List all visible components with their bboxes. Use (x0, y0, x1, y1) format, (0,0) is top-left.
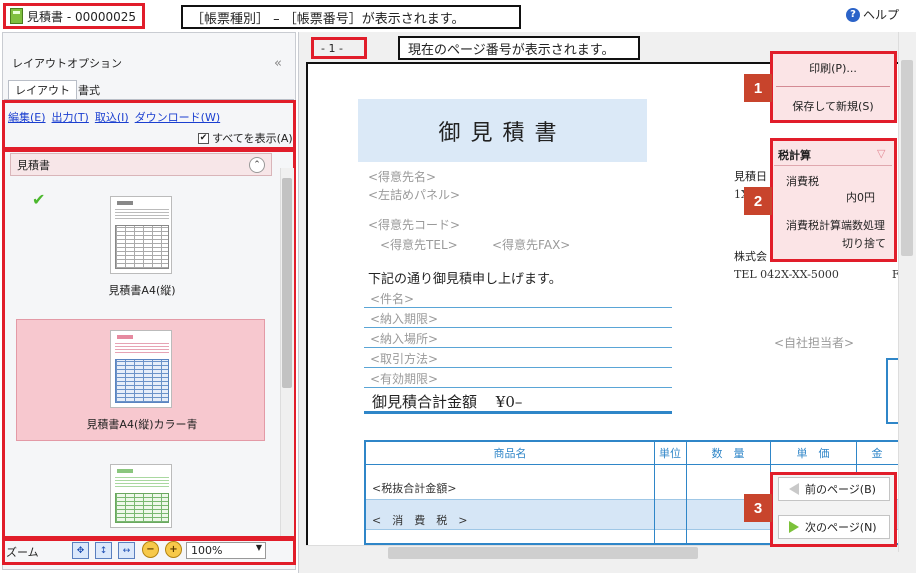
zoom-out-icon[interactable]: − (142, 541, 159, 558)
company-tel: TEL 042X-XX-5000 (734, 268, 839, 281)
tax-placeholder: < 消 費 税 > (372, 514, 468, 527)
column-header-item: 商品名 (493, 447, 527, 460)
preview-horizontal-scroll-thumb[interactable] (388, 547, 698, 559)
column-header-price: 単 価 (796, 447, 830, 460)
show-all-toggle[interactable]: ✔ すべてを表示(A) (198, 130, 293, 146)
thumb-band (115, 209, 169, 219)
column-header-amount: 金 (871, 447, 883, 460)
field-underline (364, 347, 672, 348)
callout-tab-note: ［帳票種別］ – ［帳票番号］が表示されます。 (181, 5, 521, 29)
column-header-quantity: 数 量 (711, 447, 745, 460)
greeting-text: 下記の通り御見積申し上げます。 (368, 272, 562, 287)
panel-title: レイアウトオプション (12, 57, 122, 70)
tab-format[interactable]: 書式 (72, 80, 106, 100)
field-underline (364, 307, 672, 308)
trade-method-placeholder: <取引方法> (370, 352, 439, 366)
thumb-band (115, 477, 169, 487)
thumb-grid (115, 225, 169, 269)
callout-number-1: 1 (744, 74, 772, 102)
callout-frame-3 (770, 472, 897, 547)
menu-import[interactable]: 取込(I) (95, 109, 129, 125)
table-column-line (654, 442, 655, 545)
zoom-label: ズーム (6, 546, 39, 559)
thumb-grid (115, 359, 169, 403)
document-tab-label: 見積書 - 00000025 (27, 9, 137, 24)
callout-frame-1 (770, 51, 897, 123)
fit-page-icon[interactable]: ✥ (72, 542, 89, 559)
show-all-label: すべてを表示(A) (212, 132, 293, 145)
thumb-grid (115, 493, 169, 523)
menu-edit[interactable]: 編集(E) (8, 109, 46, 125)
total-underline (364, 411, 672, 414)
document-title: 御見積書 (358, 99, 647, 162)
callout-page-note-text: 現在のページ番号が表示されます。 (408, 42, 615, 58)
fit-width-icon[interactable]: ↔ (118, 542, 135, 559)
field-underline (364, 387, 672, 388)
callout-number-2: 2 (744, 187, 772, 215)
document-tab[interactable]: 見積書 - 00000025 (3, 3, 145, 29)
menu-output[interactable]: 出力(T) (52, 109, 89, 125)
total-value: ¥0– (495, 393, 523, 411)
active-check-icon: ✔ (32, 190, 46, 209)
layout-group-header[interactable]: 見積書 ⌃ (10, 153, 272, 176)
group-collapse-icon[interactable]: ⌃ (249, 157, 265, 173)
layout-thumbnail[interactable] (110, 464, 172, 528)
subject-placeholder: <件名> (370, 292, 415, 306)
menu-download[interactable]: ダウンロード(W) (135, 109, 220, 125)
help-icon: ? (846, 7, 860, 22)
customer-name-placeholder: <得意先名> (368, 170, 437, 184)
callout-number-3: 3 (744, 494, 772, 522)
show-all-checkbox[interactable]: ✔ (198, 132, 209, 144)
company-name: 株式会 (734, 250, 767, 263)
table-column-line (686, 442, 687, 545)
staff-placeholder: <自社担当者> (774, 336, 855, 350)
zoom-value: 100% (191, 544, 223, 557)
help-link[interactable]: ? ヘルプ (846, 6, 899, 23)
stamp-box (886, 358, 898, 424)
customer-tel-placeholder: <得意先TEL> (380, 238, 458, 252)
estimate-date-label: 見積日 (734, 170, 767, 183)
layout-group-label: 見積書 (17, 158, 50, 172)
total-label: 御見積合計金額 (372, 393, 478, 411)
layout-list-scroll-thumb[interactable] (282, 178, 292, 388)
fit-height-icon[interactable]: ↕ (95, 542, 112, 559)
layout-thumbnail[interactable] (110, 196, 172, 274)
column-header-unit: 単位 (659, 447, 681, 460)
table-header-line (366, 464, 898, 465)
left-panel-placeholder: <左詰めパネル> (368, 188, 461, 202)
thumb-header (117, 469, 133, 473)
zoom-select[interactable]: 100% ▼ (186, 542, 266, 559)
field-underline (364, 327, 672, 328)
preview-vertical-scroll-thumb[interactable] (901, 60, 913, 256)
layout-item-label[interactable]: 見積書A4(縦)カラー青 (22, 416, 262, 432)
help-label: ヘルプ (863, 8, 900, 22)
thumb-header (117, 201, 133, 205)
thumb-band (115, 343, 169, 353)
chevron-down-icon: ▼ (255, 543, 262, 552)
tab-layout[interactable]: レイアウト (8, 80, 77, 100)
delivery-place-placeholder: <納入場所> (370, 332, 439, 346)
calculator-icon (10, 8, 23, 24)
panel-menu: 編集(E) 出力(T) 取込(I) ダウンロード(W) (8, 109, 220, 125)
customer-fax-placeholder: <得意先FAX> (492, 238, 571, 252)
valid-period-placeholder: <有効期限> (370, 372, 439, 386)
field-underline (364, 367, 672, 368)
callout-page-note: 現在のページ番号が表示されます。 (398, 36, 640, 60)
layout-item-label[interactable]: 見積書A4(縦) (22, 282, 262, 298)
layout-thumbnail[interactable] (110, 330, 172, 408)
zoom-in-icon[interactable]: + (165, 541, 182, 558)
customer-code-placeholder: <得意先コード> (368, 218, 461, 232)
collapse-panel-icon[interactable]: « (274, 56, 282, 71)
delivery-deadline-placeholder: <納入期限> (370, 312, 439, 326)
total-amount: 御見積合計金額 ¥0– (372, 391, 522, 412)
subtotal-placeholder: <税抜合計金額> (372, 482, 457, 495)
page-indicator: - 1 - (321, 42, 343, 55)
callout-frame-2 (770, 138, 897, 262)
callout-tab-note-text: ［帳票種別］ – ［帳票番号］が表示されます。 (191, 11, 465, 27)
thumb-header (117, 335, 133, 339)
